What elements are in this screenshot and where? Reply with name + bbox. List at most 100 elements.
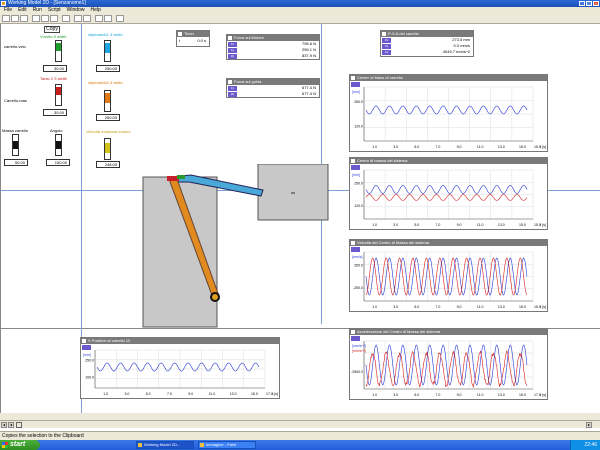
slider-massa-carrello[interactable] — [12, 134, 19, 156]
tab-strip — [0, 413, 600, 420]
slider-velocita-motore[interactable] — [104, 138, 111, 160]
windows-flag-icon — [2, 442, 8, 448]
x-tick-label: 11.0 — [477, 393, 484, 397]
x-tick-label: 3.0 — [393, 305, 398, 309]
graph-accelerazione-centro-massa[interactable]: Accelerazione del Centro di Massa del si… — [349, 328, 548, 400]
meter-value: 677.4 N — [301, 91, 316, 96]
x-tick-label: 7.0 — [436, 223, 441, 227]
meter-timer-row: t 0.0 s — [177, 37, 209, 44]
x-tick-label: 3.0 — [124, 392, 129, 396]
minimize-button[interactable]: _ — [579, 1, 585, 6]
x-tick-label: 7.0 — [436, 145, 441, 149]
window-controls: _ □ × — [579, 1, 599, 6]
input-stiperaddb2[interactable]: 250.00 — [96, 114, 120, 121]
maximize-button[interactable]: □ — [586, 1, 592, 6]
save-file-icon[interactable] — [20, 15, 28, 22]
slider-angolo[interactable] — [55, 134, 62, 156]
tape-player-icon[interactable] — [95, 15, 103, 22]
input-velocita-motore[interactable]: 248.00 — [96, 161, 120, 168]
y-unit-label: [mm] — [352, 173, 360, 177]
open-file-icon[interactable] — [11, 15, 19, 22]
graph-title: Accelerazione del Centro di Massa del si… — [357, 329, 441, 334]
meter-icon — [228, 80, 232, 84]
new-file-icon[interactable] — [2, 15, 10, 22]
x-tick-label: 3.0 — [393, 145, 398, 149]
window-title: Working Model 2D - [Senzanome1] — [8, 0, 86, 6]
graph-series-button[interactable] — [351, 247, 360, 252]
graph-x-position-carrello[interactable]: X Position of carrello 10 1.0 3.0 5.0 7.0 9.… — [80, 337, 280, 399]
graph-center-of-mass-carrello[interactable]: Center of Mass of carrello 1.0 3.0 5.0 7.0 9… — [349, 74, 548, 152]
slider-stiperaddb2[interactable] — [104, 90, 111, 112]
window-title-bar[interactable]: Working Model 2D - [Senzanome1] _ □ × — [0, 0, 600, 7]
control-label-small-1: Vmotto 0 width — [40, 34, 67, 39]
meter-pva[interactable]: P-V-A del carrello Px 273.5 mm Vx 0.0 mm/s… — [380, 30, 474, 57]
y-tick-label: 250.0 — [354, 182, 363, 186]
x-tick-label: 11.0 — [477, 223, 484, 227]
y-tick-label: -2500.0 — [351, 370, 363, 374]
meter-key: Ax — [382, 50, 391, 55]
slider-stiperaddb1[interactable] — [104, 40, 111, 62]
copy-button[interactable]: Copy — [44, 26, 60, 33]
x-tick-label: 13.0 — [498, 305, 505, 309]
meter-row: Ax 4049.7 mm/s^2 — [381, 49, 473, 55]
graph-title: Center of Mass of carrello — [357, 75, 403, 80]
graph-centro-massa-sistema[interactable]: Centro di massa del sistema 1.0 3.0 5.0 7.0… — [349, 157, 548, 230]
working-model-icon — [138, 443, 142, 447]
control-label-small-2: Tanto 2 3 width — [40, 76, 67, 81]
paste-icon[interactable] — [50, 15, 58, 22]
toolbar: Run Stop Reset — [0, 13, 600, 34]
graph-plot: 1.0 3.0 5.0 7.0 9.0 11.0 13.0 15.0 17.0 t [s][mm/… — [350, 335, 547, 399]
input-stiperaddb1[interactable]: 250.00 — [96, 65, 120, 72]
scroll-left-icon[interactable]: ◂ — [1, 422, 7, 428]
scroll-right-icon[interactable]: ▸ — [586, 422, 592, 428]
input-massa-carrello[interactable]: 50.00 — [4, 159, 28, 166]
system-tray: 22:46 — [570, 440, 600, 450]
graph-plot: 1.0 3.0 5.0 7.0 9.0 11.0 13.0 15.0 17.0 t [s][mm]… — [81, 344, 279, 398]
input-carrello-mas[interactable]: 30.00 — [43, 109, 67, 116]
graph-plot: 1.0 3.0 5.0 7.0 9.0 11.0 13.0 15.0 15.0 t [s][mm]… — [350, 164, 547, 229]
carrello-block[interactable] — [257, 164, 329, 221]
graph-icon — [351, 159, 355, 163]
task-paint[interactable]: Immagine - Paint — [198, 441, 256, 449]
y-unit-label: [mm] — [83, 353, 91, 357]
grid-icon[interactable] — [83, 15, 91, 22]
slider-carrello-mas[interactable] — [55, 84, 62, 106]
x-tick-label: 15.0 — [519, 145, 526, 149]
step-icon[interactable] — [104, 15, 112, 22]
meter-key: |F| — [228, 54, 237, 59]
close-button[interactable]: × — [593, 1, 599, 6]
copy-icon[interactable] — [41, 15, 49, 22]
meter-timer[interactable]: Timer t 0.0 s — [176, 30, 210, 47]
scroll-left-end-icon[interactable]: ◂ — [8, 422, 14, 428]
x-tick-label: 13.0 — [498, 145, 505, 149]
input-carrello-velo[interactable]: 30.00 — [43, 65, 67, 72]
app-icon — [1, 1, 6, 6]
graph-series-button[interactable] — [351, 336, 360, 341]
x-tick-label: 11.0 — [477, 305, 484, 309]
graph-title: Velocità del Centro di Massa del sistema — [357, 240, 430, 245]
x-tick-label: 9.0 — [457, 305, 462, 309]
meter-forza-motore[interactable]: Forza sul Motore Fx 795.6 N Fy 259.1 N |F|… — [226, 34, 320, 60]
y-unit-label: [mm] — [352, 90, 360, 94]
pivot-joint[interactable] — [177, 175, 185, 179]
horizontal-scrollbar[interactable]: ◂ ◂ ▸ — [0, 420, 600, 428]
graph-title: X Position of carrello 10 — [88, 338, 131, 343]
meter-timer-value: 0.0 s — [197, 38, 206, 43]
task-label: Working Model 2D... — [144, 442, 181, 447]
slider-carrello-velo[interactable] — [55, 40, 62, 62]
paint-icon — [200, 443, 204, 447]
zoom-icon[interactable] — [74, 15, 82, 22]
x-tick-label: 9.0 — [457, 145, 462, 149]
print-icon[interactable] — [62, 15, 70, 22]
graph-velocita-centro-massa[interactable]: Velocità del Centro di Massa del sistema… — [349, 239, 548, 312]
scroll-thumb[interactable] — [16, 422, 22, 428]
start-button[interactable]: start — [0, 440, 40, 450]
slider-tool-icon[interactable] — [116, 15, 124, 22]
graph-series-button[interactable] — [82, 345, 91, 350]
graph-series-button[interactable] — [351, 82, 360, 87]
task-working-model[interactable]: Working Model 2D... — [136, 441, 194, 449]
graph-series-button[interactable] — [351, 165, 360, 170]
meter-forza-guida[interactable]: Forza sul guida Fy 677.4 N |F| 677.4 N — [226, 78, 320, 98]
input-angolo[interactable]: 150.00 — [46, 159, 70, 166]
cut-icon[interactable] — [32, 15, 40, 22]
